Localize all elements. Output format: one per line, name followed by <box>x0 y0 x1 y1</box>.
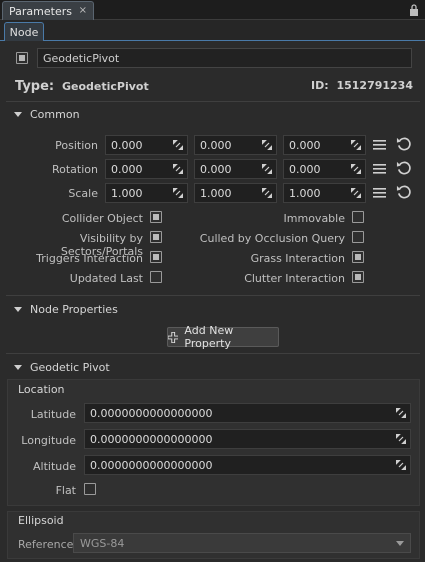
close-icon[interactable]: × <box>79 5 87 16</box>
flag-triggers-interaction-checkbox[interactable] <box>150 251 162 263</box>
altitude-label: Altitude <box>33 460 76 473</box>
menu-icon[interactable] <box>373 188 386 198</box>
flag-grass-interaction-label: Grass Interaction <box>250 252 345 265</box>
scale-y-input[interactable]: 1.000 <box>194 183 277 203</box>
add-new-property-button[interactable]: Add New Property <box>167 324 279 350</box>
flag-culled-occlusion-label: Culled by Occlusion Query <box>199 232 345 245</box>
divider <box>6 353 420 354</box>
drag-corner-icon <box>173 140 183 150</box>
flag-updated-last-label: Updated Last <box>69 272 143 285</box>
drag-corner-icon <box>262 188 272 198</box>
tab-parameters[interactable]: Parameters × <box>2 1 94 20</box>
id-value: 1512791234 <box>336 79 413 92</box>
position-z-input[interactable]: 0.000 <box>283 135 366 155</box>
tab-parameters-label: Parameters <box>9 4 72 18</box>
altitude-input[interactable]: 0.0000000000000000 <box>84 455 411 475</box>
latitude-label: Latitude <box>30 408 76 421</box>
menu-icon[interactable] <box>373 140 386 150</box>
section-common-header[interactable]: Common <box>14 108 80 121</box>
node-enabled-checkbox[interactable] <box>16 52 28 64</box>
drag-corner-icon <box>262 140 272 150</box>
rotation-z-input[interactable]: 0.000 <box>283 159 366 179</box>
tab-node-label: Node <box>9 25 39 39</box>
position-y-input[interactable]: 0.000 <box>194 135 277 155</box>
scale-label: Scale <box>68 187 98 200</box>
position-label: Position <box>55 139 98 152</box>
flat-checkbox[interactable] <box>84 483 96 495</box>
drag-corner-icon <box>351 140 361 150</box>
node-name-input[interactable]: GeodeticPivot <box>37 48 412 68</box>
flag-updated-last-checkbox[interactable] <box>150 271 162 283</box>
tab-node[interactable]: Node <box>4 22 44 41</box>
drag-corner-icon <box>396 460 406 470</box>
flag-triggers-interaction-label: Triggers Interaction <box>36 252 143 265</box>
flag-immovable-label: Immovable <box>283 212 345 225</box>
flag-culled-occlusion-checkbox[interactable] <box>352 231 364 243</box>
flag-grass-interaction-checkbox[interactable] <box>352 251 364 263</box>
type-value: GeodeticPivot <box>61 80 149 93</box>
longitude-input[interactable]: 0.0000000000000000 <box>84 429 411 449</box>
subtab-bar <box>0 20 425 41</box>
node-id: ID: 1512791234 <box>311 79 413 92</box>
ellipsoid-title: Ellipsoid <box>18 514 64 527</box>
flag-clutter-interaction-checkbox[interactable] <box>352 271 364 283</box>
divider <box>6 295 420 296</box>
reset-icon[interactable] <box>396 136 411 151</box>
scale-z-input[interactable]: 1.000 <box>283 183 366 203</box>
reset-icon[interactable] <box>396 184 411 199</box>
scale-x-input[interactable]: 1.000 <box>105 183 188 203</box>
drag-corner-icon <box>351 164 361 174</box>
rotation-label: Rotation <box>51 163 98 176</box>
flag-collider-object-checkbox[interactable] <box>150 211 162 223</box>
reference-select[interactable]: WGS-84 <box>73 533 411 553</box>
flag-clutter-interaction-label: Clutter Interaction <box>244 272 345 285</box>
latitude-input[interactable]: 0.0000000000000000 <box>84 403 411 423</box>
collapse-triangle-icon <box>14 365 22 370</box>
reference-label: Reference <box>18 538 74 551</box>
flag-collider-object-label: Collider Object <box>61 212 143 225</box>
divider <box>6 101 420 102</box>
section-node-properties-header[interactable]: Node Properties <box>14 303 118 316</box>
longitude-label: Longitude <box>21 434 76 447</box>
drag-corner-icon <box>351 188 361 198</box>
location-title: Location <box>18 383 65 396</box>
section-node-properties-title: Node Properties <box>30 303 118 316</box>
flag-immovable-checkbox[interactable] <box>352 211 364 223</box>
rotation-y-input[interactable]: 0.000 <box>194 159 277 179</box>
node-name-value: GeodeticPivot <box>43 51 120 65</box>
menu-icon[interactable] <box>373 164 386 174</box>
section-geodetic-pivot-header[interactable]: Geodetic Pivot <box>14 361 110 374</box>
drag-corner-icon <box>396 408 406 418</box>
lock-icon[interactable] <box>409 4 419 16</box>
rotation-x-input[interactable]: 0.000 <box>105 159 188 179</box>
node-type: Type: GeodeticPivot <box>15 79 149 94</box>
type-label: Type: <box>15 79 55 94</box>
position-x-input[interactable]: 0.000 <box>105 135 188 155</box>
add-new-property-label: Add New Property <box>184 324 234 350</box>
collapse-triangle-icon <box>14 112 22 117</box>
id-label: ID: <box>310 79 329 92</box>
drag-corner-icon <box>262 164 272 174</box>
drag-corner-icon <box>173 164 183 174</box>
chevron-down-icon <box>396 541 404 546</box>
drag-corner-icon <box>173 188 183 198</box>
flag-visibility-sectors-checkbox[interactable] <box>150 231 162 243</box>
plus-icon <box>168 331 179 343</box>
reference-value: WGS-84 <box>80 536 125 550</box>
flat-label: Flat <box>55 484 76 497</box>
collapse-triangle-icon <box>14 307 22 312</box>
section-geodetic-pivot-title: Geodetic Pivot <box>30 361 110 374</box>
reset-icon[interactable] <box>396 160 411 175</box>
section-common-title: Common <box>30 108 80 121</box>
drag-corner-icon <box>396 434 406 444</box>
